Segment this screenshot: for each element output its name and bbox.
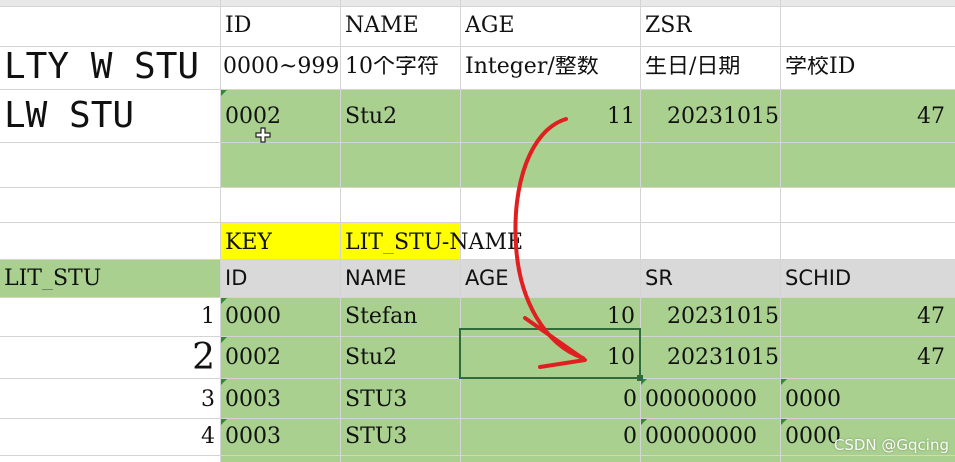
- table-cell-schid[interactable]: 47: [785, 306, 945, 328]
- row-name[interactable]: Stu2: [345, 106, 397, 128]
- cell-cursor-icon: [255, 127, 271, 143]
- cell-marker: [641, 419, 647, 425]
- row-number-large[interactable]: 2: [150, 340, 215, 376]
- table-cell-id[interactable]: 0002: [225, 347, 281, 369]
- cell-marker: [781, 379, 787, 385]
- desc-name[interactable]: 10个字符: [345, 56, 439, 78]
- watermark: CSDN @Gqcing: [833, 436, 949, 454]
- fill-handle[interactable]: [637, 375, 643, 381]
- table-cell-id[interactable]: 0000: [225, 306, 281, 328]
- cell-marker: [221, 379, 227, 385]
- table-cell-age[interactable]: 0: [465, 389, 637, 411]
- table-cell-id[interactable]: 0003: [225, 426, 281, 448]
- cell-marker: [781, 419, 787, 425]
- desc-id[interactable]: 0000~9999: [223, 56, 339, 78]
- table-cell-sr[interactable]: 00000000: [645, 389, 757, 411]
- table-cell-age[interactable]: 0: [465, 426, 637, 448]
- table-cell-name[interactable]: STU3: [345, 426, 407, 448]
- table-cell-schid[interactable]: 47: [785, 347, 945, 369]
- row-age[interactable]: 11: [465, 106, 635, 128]
- table-cell-age[interactable]: 10: [465, 306, 635, 328]
- desc-age[interactable]: Integer/整数: [465, 56, 599, 78]
- table-cell-name[interactable]: STU3: [345, 389, 407, 411]
- table-cell-schid[interactable]: 0000: [785, 426, 841, 448]
- sec1-header-zsr[interactable]: ZSR: [645, 15, 692, 37]
- sec2-header-id[interactable]: ID: [225, 268, 247, 289]
- row-id[interactable]: 0002: [225, 106, 281, 128]
- sec1-header-age[interactable]: AGE: [465, 15, 515, 37]
- sec2-header-name[interactable]: NAME: [345, 268, 406, 289]
- row-schid[interactable]: 47: [785, 106, 945, 128]
- cell-marker: [221, 298, 227, 304]
- sec1-header-name[interactable]: NAME: [345, 15, 419, 37]
- table-cell-name[interactable]: Stefan: [345, 306, 417, 328]
- row-number[interactable]: 1: [150, 306, 215, 328]
- data-row-green-fill: [220, 89, 955, 187]
- sec2-header-age[interactable]: AGE: [465, 268, 509, 289]
- desc-birth[interactable]: 生日/日期: [645, 56, 740, 78]
- cell-marker: [221, 90, 227, 96]
- table-cell-schid[interactable]: 0000: [785, 389, 841, 411]
- row-zsr[interactable]: 20231015: [667, 106, 779, 128]
- table-cell-name[interactable]: Stu2: [345, 347, 397, 369]
- row-number[interactable]: 4: [150, 426, 215, 448]
- lty-w-stu-label[interactable]: LTY_W_STU: [4, 49, 199, 85]
- desc-school-id[interactable]: 学校ID: [785, 56, 855, 78]
- cell-marker: [221, 419, 227, 425]
- key-value[interactable]: LIT_STU-NAME: [345, 232, 523, 254]
- table-cell-sr[interactable]: 20231015: [667, 306, 779, 328]
- sec2-header-schid[interactable]: SCHID: [785, 268, 851, 289]
- sec2-header-sr[interactable]: SR: [645, 268, 673, 289]
- table-cell-sr[interactable]: 20231015: [667, 347, 779, 369]
- cell-marker: [221, 337, 227, 343]
- table-cell-id[interactable]: 0003: [225, 389, 281, 411]
- table-cell-sr[interactable]: 00000000: [645, 426, 757, 448]
- lit-stu-label[interactable]: LIT_STU: [4, 268, 101, 290]
- key-label[interactable]: KEY: [225, 232, 272, 254]
- lw-stu-label[interactable]: LW_STU: [4, 98, 134, 134]
- row-number[interactable]: 3: [150, 389, 215, 411]
- selected-cell-outline[interactable]: [459, 328, 641, 379]
- sec1-header-id[interactable]: ID: [225, 15, 251, 37]
